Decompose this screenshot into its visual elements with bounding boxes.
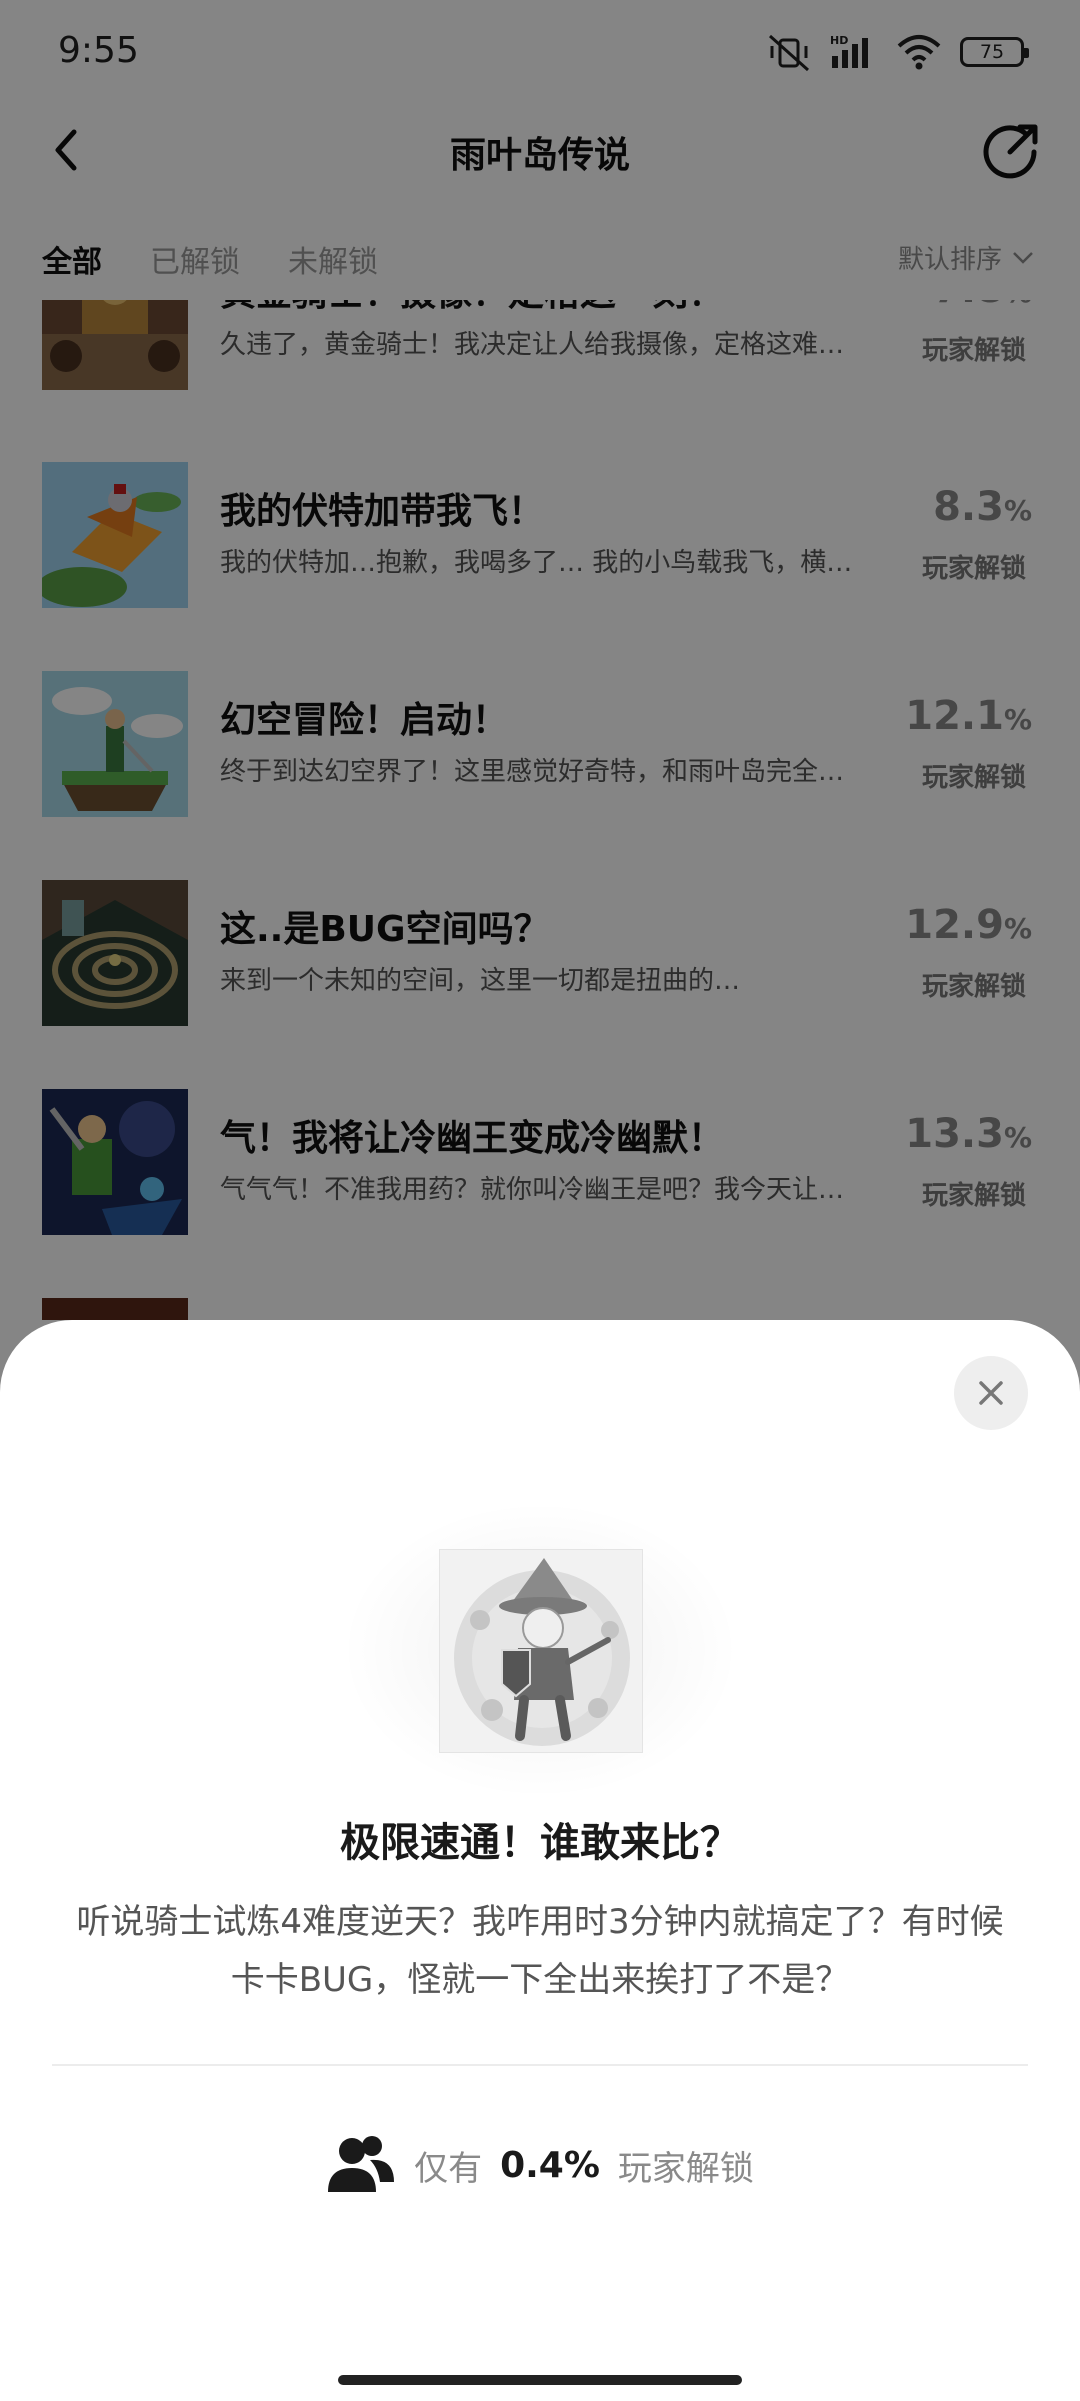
- home-indicator[interactable]: [338, 2375, 742, 2385]
- achievement-title: 极限速通！谁敢来比？: [340, 1820, 740, 1866]
- divider: [52, 2064, 1028, 2066]
- achievement-detail-sheet: 极限速通！谁敢来比？ 听说骑士试炼4难度逆天？我咋用时3分钟内就搞定了？有时候卡…: [0, 1320, 1080, 2401]
- unlock-prefix: 仅有: [414, 2148, 483, 2189]
- unlock-percent: 0.4%: [500, 2144, 600, 2186]
- users-icon: [328, 2136, 395, 2192]
- unlock-stat: 仅有 0.4% 玩家解锁: [0, 2130, 1080, 2200]
- close-icon: [979, 1381, 1003, 1405]
- achievement-badge-image: [439, 1549, 643, 1753]
- unlock-suffix: 玩家解锁: [617, 2148, 754, 2189]
- close-button[interactable]: [954, 1356, 1028, 1430]
- achievement-description: 听说骑士试炼4难度逆天？我咋用时3分钟内就搞定了？有时候卡卡BUG，怪就一下全出…: [76, 1902, 1004, 2000]
